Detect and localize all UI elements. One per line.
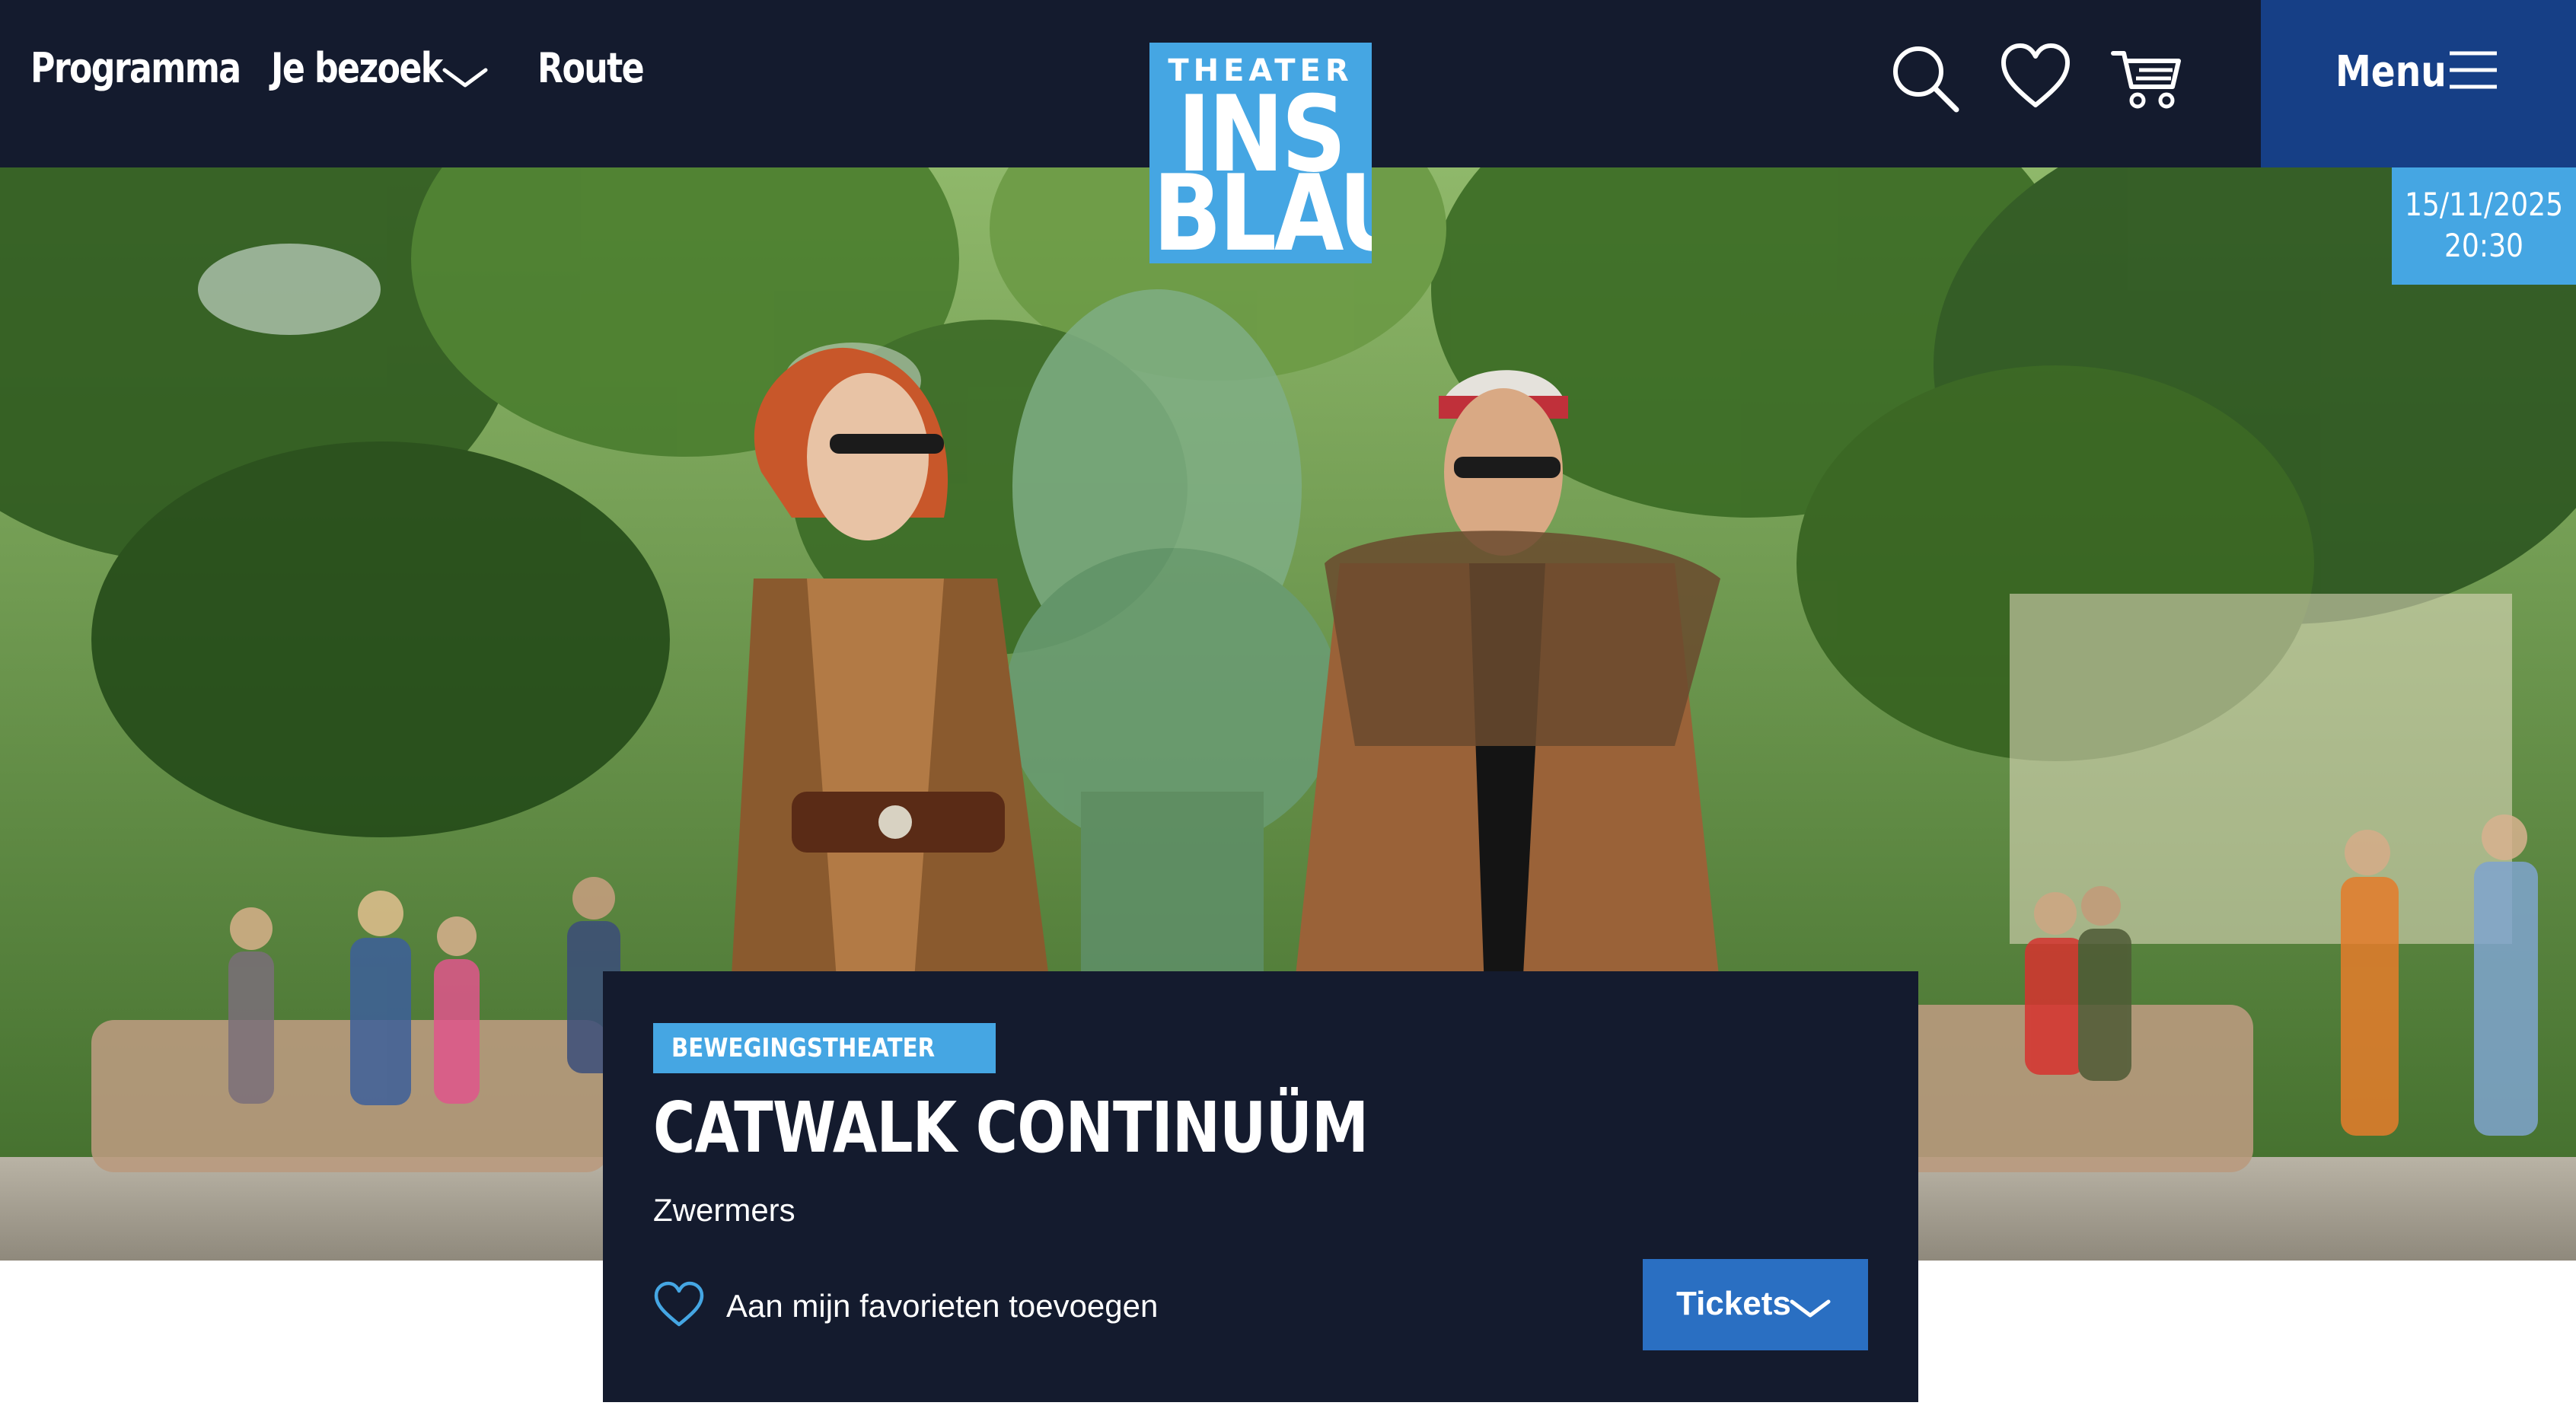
event-company: Zwermers xyxy=(653,1192,795,1228)
nav-je-bezoek[interactable]: Je bezoek xyxy=(271,44,443,92)
category-label: BEWEGINGSTHEATER xyxy=(671,1033,936,1063)
tickets-button[interactable]: Tickets xyxy=(1643,1259,1868,1350)
menu-label: Menu xyxy=(2335,47,2447,97)
logo-line-blau: BLAU xyxy=(1153,152,1372,264)
menu-button[interactable]: Menu xyxy=(2261,0,2576,167)
event-title: CATWALK CONTINUÜM xyxy=(653,1087,1369,1168)
heart-outline-icon xyxy=(654,1281,704,1327)
cart-icon[interactable] xyxy=(2109,40,2185,116)
nav-route[interactable]: Route xyxy=(537,44,645,92)
favorites-label: Aan mijn favorieten toevoegen xyxy=(726,1288,1159,1324)
nav-programma[interactable]: Programma xyxy=(30,44,241,92)
site-logo[interactable]: THEATER INS BLAU xyxy=(1149,43,1372,263)
search-icon[interactable] xyxy=(1886,40,1962,116)
event-date-badge: 15/11/2025 20:30 xyxy=(2392,167,2576,285)
chevron-down-icon xyxy=(1790,1299,1831,1318)
heart-icon[interactable] xyxy=(1997,40,2074,116)
event-date: 15/11/2025 xyxy=(2404,186,2564,223)
event-time: 20:30 xyxy=(2444,227,2524,264)
category-tag[interactable]: BEWEGINGSTHEATER xyxy=(653,1023,996,1073)
event-info-card: BEWEGINGSTHEATER CATWALK CONTINUÜM Zwerm… xyxy=(603,971,1918,1402)
tickets-label: Tickets xyxy=(1676,1285,1791,1322)
chevron-down-icon[interactable] xyxy=(442,62,489,93)
hamburger-icon xyxy=(2450,51,2497,89)
